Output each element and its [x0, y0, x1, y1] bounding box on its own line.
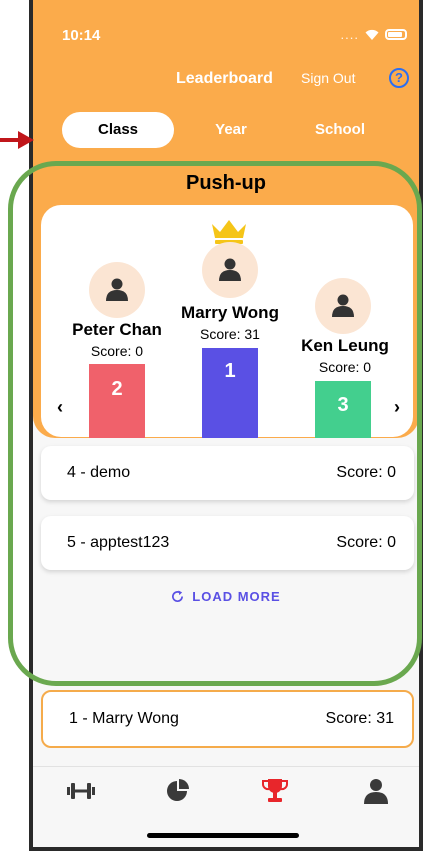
signal-icon: .... [340, 27, 359, 42]
page-title: Leaderboard [176, 70, 273, 87]
sign-out-button[interactable]: Sign Out [301, 70, 355, 86]
highlight-outline [8, 161, 422, 686]
status-time: 10:14 [62, 27, 101, 44]
help-icon[interactable]: ? [389, 68, 409, 88]
tab-school[interactable]: School [295, 112, 385, 148]
my-rank-row[interactable]: 1 - Marry Wong Score: 31 [41, 690, 414, 748]
arrow-icon [0, 131, 34, 149]
user-icon[interactable] [361, 778, 391, 804]
battery-icon [385, 29, 407, 40]
trophy-icon[interactable] [260, 778, 290, 804]
tab-year[interactable]: Year [191, 112, 271, 148]
status-icons: .... [341, 27, 407, 42]
pie-chart-icon[interactable] [164, 778, 194, 804]
dumbbell-icon[interactable] [66, 778, 96, 804]
wifi-icon [365, 29, 379, 40]
tab-class[interactable]: Class [62, 112, 174, 148]
home-indicator [147, 833, 299, 838]
my-rank-score: Score: 31 [325, 710, 394, 727]
my-rank-label: 1 - Marry Wong [69, 710, 179, 727]
